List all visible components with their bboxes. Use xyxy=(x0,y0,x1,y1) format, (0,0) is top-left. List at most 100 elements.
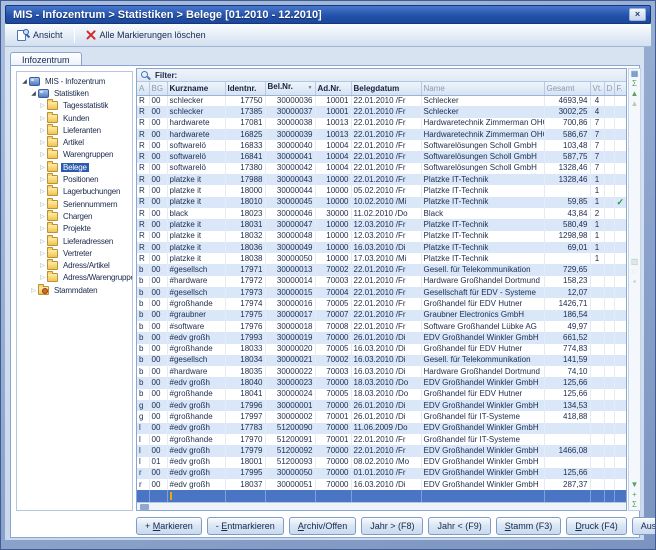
cell-d[interactable] xyxy=(604,219,614,230)
cell-name[interactable]: Platzke IT-Technik xyxy=(421,219,544,230)
cell-vt[interactable] xyxy=(590,355,604,366)
cell-ad-nr[interactable]: 70000 xyxy=(315,332,351,343)
tree-collapsed-arrow-icon[interactable]: ▷ xyxy=(38,176,47,183)
cell-ad-nr[interactable]: 10000 xyxy=(315,231,351,242)
cell-gesamt[interactable]: 1298,98 xyxy=(544,231,590,242)
cell-a[interactable]: r xyxy=(137,479,149,490)
cell-kurzname[interactable]: #edv großh xyxy=(167,423,225,434)
cell-f[interactable] xyxy=(614,95,626,106)
cell-identnr[interactable]: 17993 xyxy=(225,332,265,343)
col-header-kurzname[interactable]: Kurzname xyxy=(167,82,225,95)
cell-bel-nr[interactable]: 30000002 xyxy=(265,411,315,422)
cell-bg[interactable]: 00 xyxy=(149,310,167,321)
cell-gesamt[interactable]: 186,54 xyxy=(544,310,590,321)
table-row[interactable]: R00platzke it18036300000491000016.03.201… xyxy=(137,242,626,253)
cell-belegdatum[interactable] xyxy=(351,490,421,502)
cell-bel-nr[interactable]: 30000038 xyxy=(265,118,315,129)
page-up-icon[interactable]: ▲ xyxy=(631,99,639,109)
table-row[interactable]: R00platzke it18031300000471000012.03.201… xyxy=(137,219,626,230)
cell-ad-nr[interactable]: 10013 xyxy=(315,129,351,140)
cell-belegdatum[interactable]: 01.01.2010 /Fr xyxy=(351,468,421,479)
table-row[interactable]: R00platzke it18038300000501000017.03.201… xyxy=(137,253,626,264)
col-header-d[interactable]: D xyxy=(604,82,614,95)
cell-identnr[interactable]: 17971 xyxy=(225,264,265,275)
cell-belegdatum[interactable]: 22.01.2010 /Fr xyxy=(351,118,421,129)
cell-d[interactable] xyxy=(604,411,614,422)
cell-kurzname[interactable]: #edv großh xyxy=(167,468,225,479)
cell-ad-nr[interactable]: 70005 xyxy=(315,344,351,355)
cell-kurzname[interactable]: platzke it xyxy=(167,242,225,253)
scroll-up-icon[interactable]: ▲ xyxy=(631,89,639,99)
clear-marks-button[interactable]: Alle Markierungen löschen xyxy=(80,28,212,42)
cell-gesamt[interactable]: 141,59 xyxy=(544,355,590,366)
cell-bel-nr[interactable] xyxy=(265,490,315,502)
cell-belegdatum[interactable]: 08.02.2010 /Mo xyxy=(351,457,421,468)
cell-bg[interactable]: 00 xyxy=(149,298,167,309)
cell-belegdatum[interactable]: 16.03.2010 /Di xyxy=(351,366,421,377)
cell-identnr[interactable]: 17750 xyxy=(225,95,265,106)
cell-f[interactable] xyxy=(614,287,626,298)
cell-identnr[interactable]: 16833 xyxy=(225,140,265,151)
cell-gesamt[interactable]: 1328,46 xyxy=(544,163,590,174)
cell-d[interactable] xyxy=(604,366,614,377)
cell-bel-nr[interactable]: 30000001 xyxy=(265,400,315,411)
cell-gesamt[interactable]: 729,65 xyxy=(544,264,590,275)
table-row[interactable]: g00#edv großh17996300000017000026.01.201… xyxy=(137,400,626,411)
cell-belegdatum[interactable]: 16.03.2010 /Di xyxy=(351,355,421,366)
cell-ad-nr[interactable]: 10004 xyxy=(315,140,351,151)
cell-bel-nr[interactable]: 30000044 xyxy=(265,185,315,196)
cell-identnr[interactable]: 18035 xyxy=(225,366,265,377)
cell-gesamt[interactable]: 74,10 xyxy=(544,366,590,377)
button-jahr-f8[interactable]: Jahr > (F8) xyxy=(361,517,423,535)
cell-bg[interactable]: 00 xyxy=(149,366,167,377)
cell-gesamt[interactable]: 49,97 xyxy=(544,321,590,332)
cell-bel-nr[interactable]: 30000017 xyxy=(265,310,315,321)
cell-ad-nr[interactable]: 70005 xyxy=(315,298,351,309)
cell-a[interactable]: R xyxy=(137,253,149,264)
cell-gesamt[interactable]: 59,85 xyxy=(544,197,590,208)
tree-collapsed-arrow-icon[interactable]: ▷ xyxy=(38,201,47,208)
cell-a[interactable]: b xyxy=(137,310,149,321)
cell-kurzname[interactable] xyxy=(167,490,225,502)
cell-a[interactable]: l xyxy=(137,457,149,468)
cell-vt[interactable]: 4 xyxy=(590,95,604,106)
cell-ad-nr[interactable]: 70000 xyxy=(315,479,351,490)
cell-bg[interactable]: 00 xyxy=(149,355,167,366)
col-header-name[interactable]: Name xyxy=(421,82,544,95)
col-header-a[interactable]: A xyxy=(137,82,149,95)
cell-gesamt[interactable]: 1328,46 xyxy=(544,174,590,185)
cell-gesamt[interactable]: 418,88 xyxy=(544,411,590,422)
cell-kurzname[interactable]: #edv großh xyxy=(167,332,225,343)
cell-bg[interactable]: 00 xyxy=(149,276,167,287)
cell-a[interactable]: R xyxy=(137,219,149,230)
tree-item-adress-artikel[interactable]: ▷Adress/Artikel xyxy=(17,259,132,271)
cell-d[interactable] xyxy=(604,490,614,502)
tree-item-chargen[interactable]: ▷Chargen xyxy=(17,210,132,222)
cell-d[interactable] xyxy=(604,332,614,343)
cell-ad-nr[interactable]: 10000 xyxy=(315,219,351,230)
cell-vt[interactable] xyxy=(590,434,604,445)
tree-item-artikel[interactable]: ▷Artikel xyxy=(17,136,132,148)
cell-kurzname[interactable]: platzke it xyxy=(167,253,225,264)
cell-f[interactable] xyxy=(614,253,626,264)
cell-a[interactable]: b xyxy=(137,377,149,388)
cell-kurzname[interactable]: #großhande xyxy=(167,344,225,355)
cell-name[interactable]: Gesell. für Telekommunikation xyxy=(421,264,544,275)
cell-identnr[interactable]: 18032 xyxy=(225,231,265,242)
cell-ad-nr[interactable]: 70004 xyxy=(315,287,351,298)
cell-vt[interactable]: 7 xyxy=(590,163,604,174)
cell-gesamt[interactable] xyxy=(544,253,590,264)
col-header-ad-nr[interactable]: Ad.Nr. xyxy=(315,82,351,95)
cell-f[interactable] xyxy=(614,321,626,332)
cell-gesamt[interactable]: 586,67 xyxy=(544,129,590,140)
cell-vt[interactable]: 7 xyxy=(590,129,604,140)
cell-ad-nr[interactable]: 10000 xyxy=(315,242,351,253)
cell-a[interactable]: g xyxy=(137,400,149,411)
cell-identnr[interactable]: 18010 xyxy=(225,197,265,208)
tree-item-belege[interactable]: ▷Belege xyxy=(17,161,132,173)
cell-belegdatum[interactable]: 11.06.2009 /Do xyxy=(351,423,421,434)
cell-ad-nr[interactable]: 10000 xyxy=(315,197,351,208)
cell-vt[interactable] xyxy=(590,490,604,502)
cell-ad-nr[interactable]: 70003 xyxy=(315,366,351,377)
cell-identnr[interactable]: 18036 xyxy=(225,242,265,253)
